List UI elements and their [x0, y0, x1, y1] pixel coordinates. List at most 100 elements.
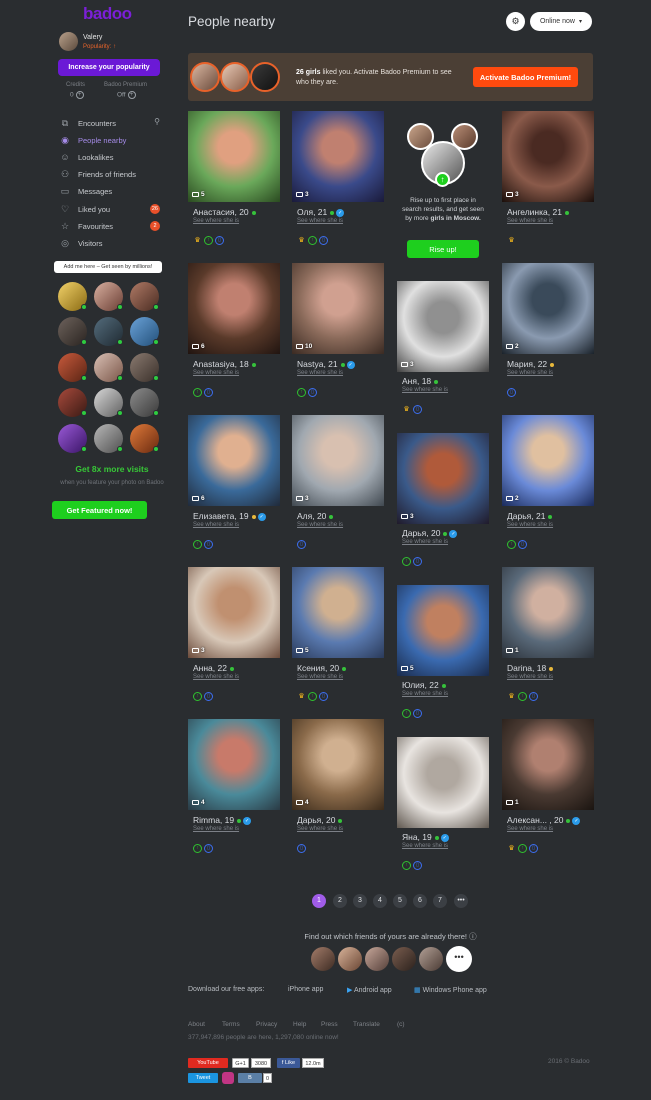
profile-photo[interactable]: 6	[188, 263, 280, 354]
footer-about[interactable]: About	[188, 1021, 205, 1028]
see-where-link[interactable]: See where she is	[193, 674, 239, 680]
featured-user-avatar[interactable]	[58, 353, 87, 382]
profile-photo[interactable]: 3	[292, 415, 384, 506]
profile-photo[interactable]: 3	[397, 433, 489, 524]
sidebar-item-liked-you[interactable]: ♡ Liked you 26	[60, 202, 164, 216]
friend-avatar[interactable]	[392, 947, 416, 971]
profile-photo[interactable]: 10	[292, 263, 384, 354]
page-number[interactable]: 7	[433, 894, 447, 908]
sidebar-item-visitors[interactable]: ◎ Visitors	[60, 236, 164, 250]
see-where-link[interactable]: See where she is	[297, 370, 343, 376]
profile-name[interactable]: Аня, 18	[402, 376, 439, 386]
profile-name[interactable]: Anastasiya, 18	[193, 359, 256, 369]
sidebar-item-people-nearby[interactable]: ◉ People nearby	[60, 133, 164, 147]
see-where-link[interactable]: See where she is	[402, 387, 448, 393]
profile-name[interactable]: Ангелинка, 21	[507, 207, 569, 217]
see-where-link[interactable]: See where she is	[507, 522, 553, 528]
iphone-app-link[interactable]: iPhone app	[288, 986, 323, 993]
profile-photo[interactable]: 3	[292, 111, 384, 202]
featured-user-avatar[interactable]	[58, 388, 87, 417]
see-where-link[interactable]: See where she is	[507, 674, 553, 680]
see-where-link[interactable]: See where she is	[507, 218, 553, 224]
premium-value[interactable]: Off +	[117, 91, 136, 99]
featured-user-avatar[interactable]	[94, 282, 123, 311]
see-where-link[interactable]: See where she is	[402, 843, 448, 849]
profile-name[interactable]: Дарья, 21	[507, 511, 553, 521]
profile-name[interactable]: Анна, 22	[193, 663, 234, 673]
badoo-logo[interactable]: badoo	[83, 4, 132, 24]
instagram-icon[interactable]	[222, 1072, 234, 1084]
sidebar-item-messages[interactable]: ▭ Messages	[60, 184, 164, 198]
page-number[interactable]: 1	[312, 894, 326, 908]
featured-user-avatar[interactable]	[130, 317, 159, 346]
see-where-link[interactable]: See where she is	[193, 522, 239, 528]
profile-name[interactable]: Ксения, 20	[297, 663, 347, 673]
windows-app-link[interactable]: ▦ Windows Phone app	[414, 986, 487, 994]
friend-avatar[interactable]	[311, 947, 335, 971]
footer-translate[interactable]: Translate	[353, 1021, 380, 1028]
see-where-link[interactable]: See where she is	[297, 674, 343, 680]
profile-name[interactable]: Анастасия, 20	[193, 207, 256, 217]
featured-user-avatar[interactable]	[94, 388, 123, 417]
profile-name[interactable]: Оля, 21 ✓	[297, 207, 345, 217]
profile-photo[interactable]: 3	[502, 111, 594, 202]
profile-photo[interactable]: 4	[188, 719, 280, 810]
activate-premium-button[interactable]: Activate Badoo Premium!	[473, 67, 578, 87]
gplus-button[interactable]: G+1	[232, 1058, 249, 1068]
sidebar-item-lookalikes[interactable]: ☺ Lookalikes	[60, 150, 164, 164]
add-credits-icon[interactable]: +	[75, 91, 84, 99]
see-where-link[interactable]: See where she is	[297, 522, 343, 528]
page-number[interactable]: 2	[333, 894, 347, 908]
tweet-button[interactable]: Tweet	[188, 1073, 218, 1083]
profile-name[interactable]: Алексан... , 20 ✓	[507, 815, 581, 825]
profile-photo[interactable]: 2	[502, 263, 594, 354]
friend-avatar[interactable]	[338, 947, 362, 971]
filter-icon[interactable]: ⚙	[506, 12, 525, 31]
friend-avatar[interactable]	[419, 947, 443, 971]
profile-name[interactable]: Дарья, 20	[297, 815, 343, 825]
see-where-link[interactable]: See where she is	[193, 370, 239, 376]
profile-photo[interactable]: 1	[502, 719, 594, 810]
profile-name[interactable]: Елизавета, 19 ✓	[193, 511, 266, 521]
featured-user-avatar[interactable]	[58, 424, 87, 453]
see-where-link[interactable]: See where she is	[507, 370, 553, 376]
profile-photo[interactable]: 3	[397, 281, 489, 372]
profile-name[interactable]: Darina, 18	[507, 663, 554, 673]
get-featured-button[interactable]: Get Featured now!	[52, 501, 147, 519]
profile-name[interactable]: Яна, 19 ✓	[402, 832, 449, 842]
profile-photo[interactable]: 5	[292, 567, 384, 658]
profile-photo[interactable]: 2	[502, 415, 594, 506]
rise-up-button[interactable]: Rise up!	[407, 240, 479, 258]
featured-user-avatar[interactable]	[94, 317, 123, 346]
see-where-link[interactable]: See where she is	[507, 826, 553, 832]
my-avatar[interactable]	[59, 32, 78, 51]
friend-avatar[interactable]	[365, 947, 389, 971]
help-icon[interactable]: ⓘ	[469, 932, 477, 941]
see-where-link[interactable]: See where she is	[297, 826, 343, 832]
featured-user-avatar[interactable]	[130, 353, 159, 382]
footer-press[interactable]: Press	[321, 1021, 338, 1028]
featured-user-avatar[interactable]	[130, 388, 159, 417]
featured-user-avatar[interactable]	[58, 282, 87, 311]
page-number[interactable]: 4	[373, 894, 387, 908]
profile-photo[interactable]: 5	[188, 111, 280, 202]
my-name[interactable]: Valery	[83, 34, 102, 41]
profile-name[interactable]: Аля, 20	[297, 511, 334, 521]
page-number[interactable]: 3	[353, 894, 367, 908]
see-where-link[interactable]: See where she is	[193, 826, 239, 832]
profile-photo[interactable]: 6	[188, 415, 280, 506]
more-friends-button[interactable]: •••	[446, 946, 472, 972]
profile-photo[interactable]: 3	[188, 567, 280, 658]
featured-user-avatar[interactable]	[94, 353, 123, 382]
profile-photo[interactable]	[397, 737, 489, 828]
online-filter-select[interactable]: Online now ▾	[530, 12, 592, 31]
see-where-link[interactable]: See where she is	[402, 691, 448, 697]
footer-privacy[interactable]: Privacy	[256, 1021, 277, 1028]
credits-value[interactable]: 0 +	[70, 91, 84, 99]
page-number[interactable]: 6	[413, 894, 427, 908]
youtube-button[interactable]: YouTube	[188, 1058, 228, 1068]
profile-name[interactable]: Мария, 22	[507, 359, 555, 369]
see-where-link[interactable]: See where she is	[193, 218, 239, 224]
see-where-link[interactable]: See where she is	[297, 218, 343, 224]
sidebar-item-friends-of-friends[interactable]: ⚇ Friends of friends	[60, 167, 164, 181]
